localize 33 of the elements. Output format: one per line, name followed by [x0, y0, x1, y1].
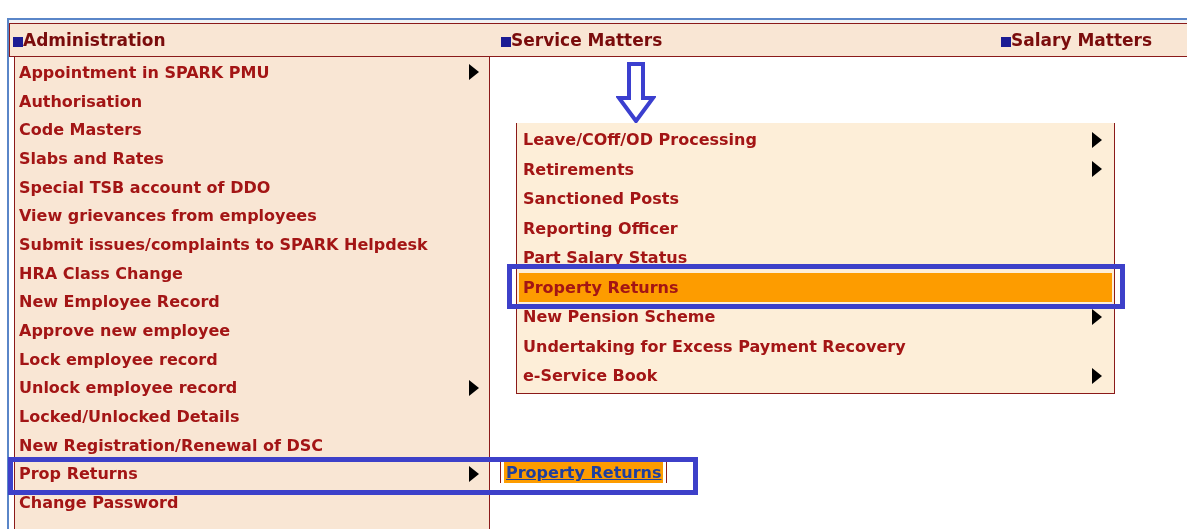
menu-item[interactable]: Undertaking for Excess Payment Recovery — [517, 331, 1114, 361]
menu-item[interactable]: Sanctioned Posts — [517, 184, 1114, 214]
menu-link[interactable]: Property Returns — [504, 462, 664, 483]
menu-item[interactable]: Part Salary Status — [517, 243, 1114, 273]
menu-item[interactable]: Special TSB account of DDO — [15, 172, 489, 202]
menu-item[interactable]: Retirements — [517, 154, 1114, 184]
menu-item[interactable]: HRA Class Change — [15, 258, 489, 288]
menu-item[interactable]: New Employee Record — [15, 287, 489, 317]
menu-item[interactable]: New Pension Scheme — [517, 302, 1114, 332]
down-arrow-icon — [616, 62, 656, 124]
menu-item[interactable]: View grievances from employees — [15, 201, 489, 231]
bullet-icon — [13, 37, 23, 47]
menu-item[interactable]: Appointment in SPARK PMU — [15, 58, 489, 87]
menu-item[interactable]: Prop Returns — [15, 459, 489, 489]
menu-item[interactable]: Approve new employee — [15, 316, 489, 345]
menu-bar-item[interactable]: Service Matters — [511, 30, 663, 50]
menu-item[interactable]: Change Password — [15, 488, 489, 517]
menu-item[interactable]: e-Service Book — [517, 361, 1114, 391]
menu-item[interactable]: Leave/COff/OD Processing — [517, 125, 1114, 155]
menu-bar-item[interactable]: Administration — [23, 30, 166, 50]
menu-item[interactable]: Unlock employee record — [15, 373, 489, 403]
menu-item[interactable]: Reporting Officer — [517, 213, 1114, 243]
menu-item[interactable]: New Registration/Renewal of DSC — [15, 430, 489, 460]
menu-item[interactable]: Lock employee record — [15, 344, 489, 374]
menu-bar-item[interactable]: Salary Matters — [1011, 30, 1153, 50]
menu-item[interactable]: Locked/Unlocked Details — [15, 402, 489, 431]
menu-item[interactable]: Code Masters — [15, 115, 489, 145]
menu-item[interactable]: Submit issues/complaints to SPARK Helpdesk — [15, 230, 489, 259]
menu-item[interactable]: Property Returns — [519, 272, 1112, 302]
menu-item[interactable]: Slabs and Rates — [15, 144, 489, 173]
menu-item[interactable]: Authorisation — [15, 86, 489, 116]
bullet-icon — [1001, 37, 1011, 47]
bullet-icon — [501, 37, 511, 47]
